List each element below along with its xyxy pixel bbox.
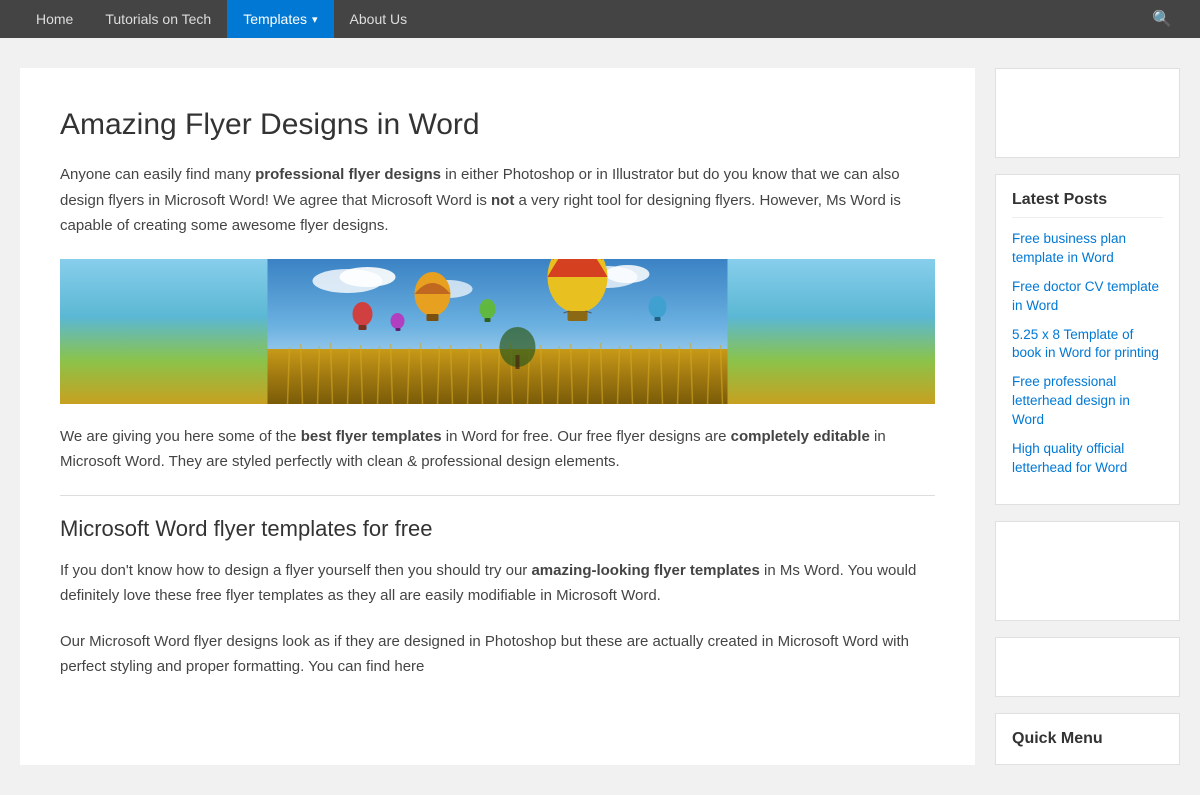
sidebar-ad-top bbox=[995, 68, 1180, 158]
search-icon[interactable]: 🔍 bbox=[1144, 9, 1180, 29]
page-wrapper: Amazing Flyer Designs in Word Anyone can… bbox=[0, 38, 1200, 795]
page-title: Amazing Flyer Designs in Word bbox=[60, 108, 935, 142]
section-divider bbox=[60, 495, 935, 496]
sidebar-ad-bottom bbox=[995, 637, 1180, 697]
nav-templates[interactable]: Templates ▾ bbox=[227, 0, 333, 38]
latest-posts-widget: Latest Posts Free business plan template… bbox=[995, 174, 1180, 505]
main-content: Amazing Flyer Designs in Word Anyone can… bbox=[20, 68, 975, 765]
quick-menu-title: Quick Menu bbox=[1012, 730, 1163, 748]
chevron-down-icon: ▾ bbox=[312, 13, 318, 26]
nav-tutorials[interactable]: Tutorials on Tech bbox=[89, 0, 227, 38]
section-paragraph-1: If you don't know how to design a flyer … bbox=[60, 558, 935, 609]
section-paragraph-2: Our Microsoft Word flyer designs look as… bbox=[60, 629, 935, 680]
latest-post-1[interactable]: Free doctor CV template in Word bbox=[1012, 278, 1163, 316]
sidebar: Latest Posts Free business plan template… bbox=[995, 68, 1180, 765]
intro-paragraph: Anyone can easily find many professional… bbox=[60, 162, 935, 239]
nav-about[interactable]: About Us bbox=[334, 0, 424, 38]
hero-svg bbox=[60, 259, 935, 404]
quick-menu-widget: Quick Menu bbox=[995, 713, 1180, 765]
nav-items: Home Tutorials on Tech Templates ▾ About… bbox=[20, 0, 1144, 38]
navigation: Home Tutorials on Tech Templates ▾ About… bbox=[0, 0, 1200, 38]
hero-image bbox=[60, 259, 935, 404]
body-paragraph-1: We are giving you here some of the best … bbox=[60, 424, 935, 475]
latest-posts-title: Latest Posts bbox=[1012, 191, 1163, 218]
sidebar-ad-mid bbox=[995, 521, 1180, 621]
latest-post-2[interactable]: 5.25 x 8 Template of book in Word for pr… bbox=[1012, 326, 1163, 364]
latest-post-0[interactable]: Free business plan template in Word bbox=[1012, 230, 1163, 268]
section-title: Microsoft Word flyer templates for free bbox=[60, 516, 935, 542]
latest-post-3[interactable]: Free professional letterhead design in W… bbox=[1012, 373, 1163, 430]
nav-home[interactable]: Home bbox=[20, 0, 89, 38]
latest-post-4[interactable]: High quality official letterhead for Wor… bbox=[1012, 440, 1163, 478]
